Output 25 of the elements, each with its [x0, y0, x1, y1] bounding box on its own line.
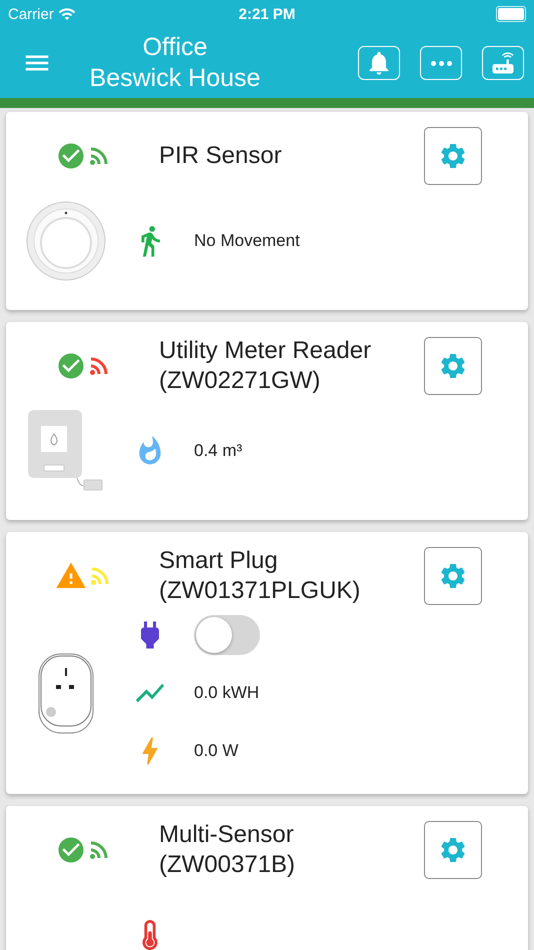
settings-button[interactable]: [424, 547, 482, 605]
device-model: (ZW02271GW): [159, 366, 322, 396]
reading-value: 0.0 W: [194, 741, 238, 761]
settings-button[interactable]: [424, 821, 482, 879]
device-name: Utility Meter Reader: [159, 336, 372, 366]
reading-value: 0.0 kWH: [194, 683, 260, 703]
router-button[interactable]: [482, 46, 524, 80]
settings-button[interactable]: [424, 127, 482, 185]
device-model: (ZW00371B): [159, 850, 296, 880]
device-model: (ZW01371PLGUK): [159, 576, 362, 606]
settings-button[interactable]: [424, 337, 482, 395]
more-icon: [430, 60, 452, 66]
notifications-button[interactable]: [358, 46, 400, 80]
reading-value: No Movement: [194, 231, 300, 251]
device-name: PIR Sensor: [159, 141, 283, 171]
more-button[interactable]: [420, 46, 462, 80]
location-title: Office: [142, 32, 208, 63]
battery-icon: [496, 6, 526, 22]
toggle-switch[interactable]: [194, 615, 260, 655]
device-name: Smart Plug: [159, 546, 279, 576]
device-name: Multi-Sensor: [159, 820, 295, 850]
clock: 2:21 PM: [238, 6, 296, 22]
carrier-label: Carrier: [8, 6, 54, 22]
building-subtitle: Beswick House: [90, 63, 260, 94]
reading-value: 0.4 m³: [194, 441, 242, 461]
